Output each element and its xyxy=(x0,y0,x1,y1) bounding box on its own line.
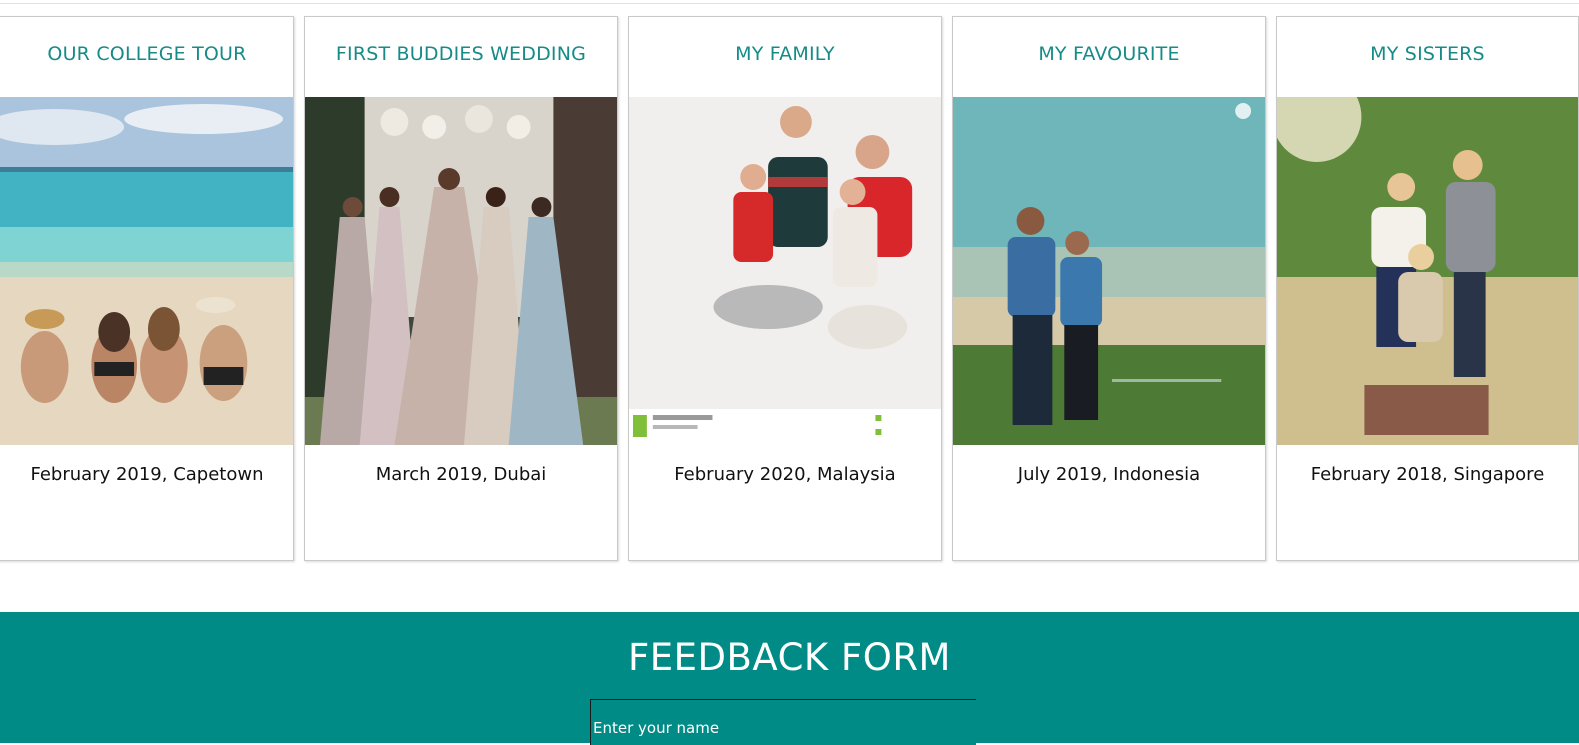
card-caption: February 2020, Malaysia xyxy=(674,464,896,485)
card-title: FIRST BUDDIES WEDDING xyxy=(335,43,587,65)
card-title: MY FAMILY xyxy=(735,43,835,65)
beach-friends-photo xyxy=(0,97,293,445)
card-caption: July 2019, Indonesia xyxy=(1017,464,1201,485)
card-caption: March 2019, Dubai xyxy=(375,464,547,485)
gallery-card-sisters[interactable]: MY SISTERS February 2018, Singapore xyxy=(1276,16,1579,561)
card-title: MY FAVOURITE xyxy=(1038,43,1180,65)
couple-field-photo xyxy=(953,97,1265,445)
card-caption: February 2018, Singapore xyxy=(1310,464,1545,485)
name-input[interactable] xyxy=(590,699,976,745)
wedding-bridesmaids-photo xyxy=(305,97,617,445)
feedback-section: FEEDBACK FORM xyxy=(0,612,1579,745)
gallery-card-college-tour[interactable]: OUR COLLEGE TOUR February 2019, Capetown xyxy=(0,16,294,561)
card-title: MY SISTERS xyxy=(1370,43,1485,65)
card-title: OUR COLLEGE TOUR xyxy=(47,43,247,65)
gallery-card-family[interactable]: MY FAMILY February 2020, Malaysia xyxy=(628,16,942,561)
sisters-outdoor-photo xyxy=(1277,97,1578,445)
family-studio-photo xyxy=(629,97,941,445)
feedback-title: FEEDBACK FORM xyxy=(628,636,951,679)
gallery-card-favourite[interactable]: MY FAVOURITE July 2019, Indonesia xyxy=(952,16,1266,561)
card-caption: February 2019, Capetown xyxy=(30,464,264,485)
gallery-card-wedding[interactable]: FIRST BUDDIES WEDDING March 2019, Dubai xyxy=(304,16,618,561)
photo-gallery: OUR COLLEGE TOUR February 2019, Capetown… xyxy=(0,0,1579,570)
